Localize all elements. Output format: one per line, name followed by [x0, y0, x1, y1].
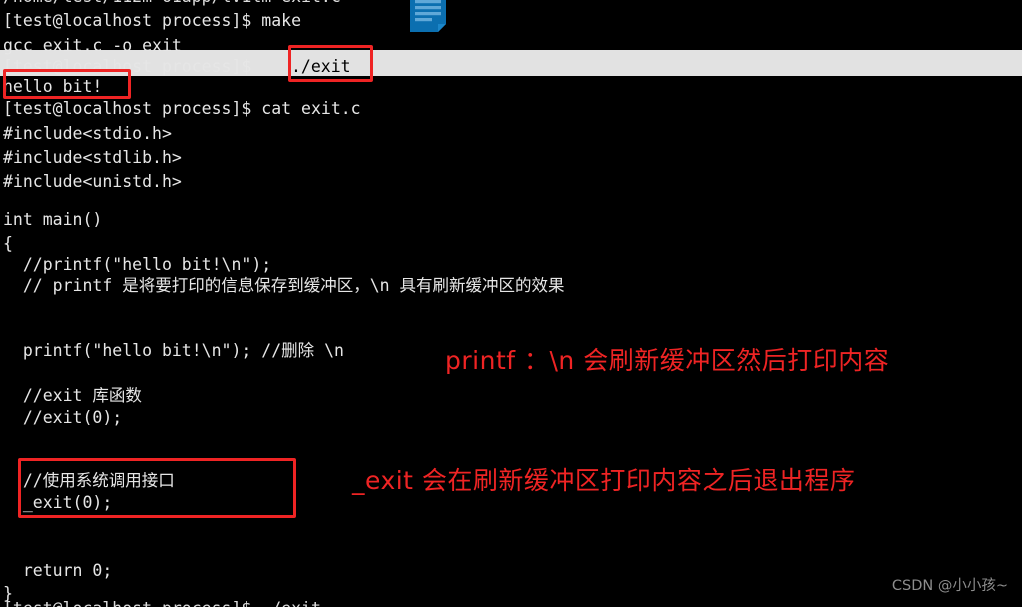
- terminal-line: #include<stdio.h>: [3, 124, 172, 143]
- terminal-line: #include<stdlib.h>: [3, 148, 182, 167]
- document-icon: [410, 0, 446, 32]
- terminal-line: // printf 是将要打印的信息保存到缓冲区，\n 具有刷新缓冲区的效果: [3, 276, 565, 295]
- executed-command-text[interactable]: ./exit: [291, 54, 351, 79]
- terminal-line: printf("hello bit!\n"); //删除 \n: [3, 341, 344, 360]
- terminal-line-cutoff-bottom: [test@localhost process]$ ./exit: [3, 596, 321, 607]
- exit-annotation: _exit 会在刷新缓冲区打印内容之后退出程序: [352, 466, 856, 495]
- terminal-line: return 0;: [3, 561, 113, 580]
- terminal-line: _exit(0);: [3, 493, 113, 512]
- terminal-window[interactable]: /home/test/112m-61app/lv1lm-exit.c [test…: [0, 0, 1022, 607]
- printf-annotation: printf ：\n 会刷新缓冲区然后打印内容: [445, 346, 890, 375]
- csdn-watermark: CSDN @小小孩~: [891, 577, 1008, 594]
- terminal-line: [test@localhost process]$ make: [3, 11, 302, 30]
- terminal-line: int main(): [3, 210, 103, 229]
- terminal-line: //exit(0);: [3, 408, 123, 427]
- terminal-line: #include<unistd.h>: [3, 172, 182, 191]
- terminal-line: [test@localhost process]$ cat exit.c: [3, 99, 361, 118]
